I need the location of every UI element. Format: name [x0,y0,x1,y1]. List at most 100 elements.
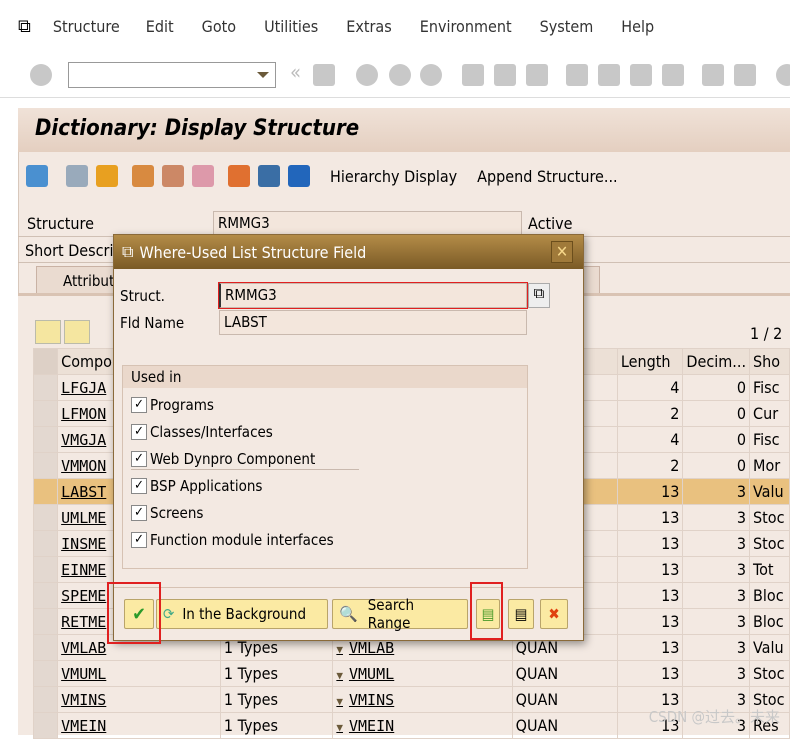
option-checkbox[interactable]: ✓ BSP Applications [131,477,262,495]
print-icon[interactable] [462,64,484,86]
tab-label: Attribut [63,272,115,290]
activate-icon[interactable] [96,165,118,187]
where-used-dialog: ⧉ Where-Used List Structure Field ✕ Stru… [113,234,584,641]
wand-icon[interactable] [162,165,184,187]
checkbox[interactable]: ✓ [131,478,147,494]
col-short-desc[interactable]: Sho [749,348,790,375]
row-selector[interactable] [32,504,59,531]
append-structure-button[interactable]: Append Structure... [477,167,617,186]
command-field[interactable] [68,62,276,88]
row-selector[interactable] [32,452,59,479]
col-length[interactable]: Length [616,348,684,375]
row-selector[interactable] [32,608,59,635]
checkbox[interactable]: ✓ [131,424,147,440]
cell-text: SPEME [61,586,107,605]
stop-icon[interactable] [420,64,442,86]
row-selector[interactable] [32,634,59,661]
menu-utilities[interactable]: Utilities [264,17,318,36]
where-used-icon[interactable] [132,165,154,187]
background-button[interactable]: ⟳ In the Background [156,599,328,629]
cell-text: 13 [661,508,680,527]
table-row[interactable]: VMUML 1 Types ▼ VMUML QUAN 13 3 Stoc [32,660,790,687]
deselect-all-icon[interactable]: ▤ [508,599,534,629]
last-page-icon[interactable] [662,64,684,86]
row-selector[interactable] [32,556,59,583]
prev-page-icon[interactable] [598,64,620,86]
row-selector[interactable] [32,478,59,505]
dropdown-icon[interactable]: ▼ [336,695,343,708]
dropdown-icon[interactable]: ▼ [336,669,343,682]
dialog-titlebar[interactable]: ⧉ Where-Used List Structure Field ✕ [114,235,583,269]
cell-text: LFMON [61,404,107,423]
menu-environment[interactable]: Environment [420,17,512,36]
cell-text: Fisc [753,378,780,397]
back-icon[interactable] [313,64,335,86]
cell-component-type[interactable]: ▼ VMINS [332,686,513,713]
menu-extras[interactable]: Extras [346,17,391,36]
col-decimals[interactable]: Decim... [682,348,751,375]
display-change-icon[interactable] [66,165,88,187]
checkbox[interactable]: ✓ [131,532,147,548]
row-selector[interactable] [32,400,59,427]
cell-component-type[interactable]: ▼ VMUML [332,660,513,687]
checkbox[interactable]: ✓ [131,397,147,413]
copy-icon[interactable] [64,320,90,344]
hierarchy-icon[interactable] [228,165,250,187]
menu-icon[interactable]: ⧉ [18,16,31,37]
select-all[interactable] [32,348,59,375]
checkbox[interactable]: ✓ [131,505,147,521]
enter-icon[interactable] [30,64,52,86]
find-icon[interactable] [494,64,516,86]
dropdown-icon[interactable]: ▼ [336,643,343,656]
find-next-icon[interactable] [526,64,548,86]
value-help-icon[interactable]: ⧉ [528,283,550,308]
close-icon[interactable]: ✕ [551,241,573,263]
option-checkbox[interactable]: ✓ Programs [131,396,214,414]
cell-text: 3 [736,664,747,683]
option-checkbox[interactable]: ✓ Function module interfaces [131,531,334,549]
transport-icon[interactable] [192,165,214,187]
cell-text: 3 [736,612,747,631]
cell-text: 13 [661,664,680,683]
cell-component-name[interactable]: VMUML [57,660,221,687]
shortcut-icon[interactable] [734,64,756,86]
row-selector[interactable] [32,530,59,557]
cell-text: VMLAB [348,638,395,657]
cell-length: 13 [616,634,684,661]
menu-structure[interactable]: Structure [53,17,120,36]
cancel-button[interactable]: ✖ [540,599,568,629]
first-page-icon[interactable] [566,64,588,86]
option-checkbox[interactable]: ✓ Screens [131,504,203,522]
cell-component-name[interactable]: VMINS [57,686,221,713]
option-checkbox[interactable]: ✓ Web Dynpro Component [131,450,315,468]
menu-help[interactable]: Help [621,17,654,36]
list-icon[interactable] [258,165,280,187]
save-icon[interactable]: « [290,60,301,84]
other-object-icon[interactable] [26,165,48,187]
row-selector[interactable] [32,582,59,609]
cut-icon[interactable] [35,320,61,344]
new-session-icon[interactable] [702,64,724,86]
row-selector[interactable] [32,374,59,401]
cancel-icon[interactable] [389,64,411,86]
checkbox[interactable]: ✓ [131,451,147,467]
chevron-down-icon[interactable] [257,72,269,78]
dropdown-icon[interactable]: ▼ [336,721,343,734]
exit-icon[interactable] [356,64,378,86]
button-label: Search Range [367,596,415,632]
row-selector[interactable] [32,660,59,687]
next-page-icon[interactable] [630,64,652,86]
menu-edit[interactable]: Edit [146,17,174,36]
row-selector[interactable] [32,686,59,713]
info-icon[interactable] [288,165,310,187]
option-checkbox[interactable]: ✓ Classes/Interfaces [131,423,273,441]
struct-input[interactable]: RMMG3 [218,282,528,309]
menu-system[interactable]: System [540,17,594,36]
hierarchy-display-button[interactable]: Hierarchy Display [330,167,457,186]
menu-goto[interactable]: Goto [202,17,236,36]
search-range-button[interactable]: 🔍 Search Range [332,596,468,632]
help-icon[interactable] [776,64,790,86]
dialog-title: Where-Used List Structure Field [139,242,367,262]
row-selector[interactable] [32,426,59,453]
cell-short-desc: Tot [749,556,790,583]
